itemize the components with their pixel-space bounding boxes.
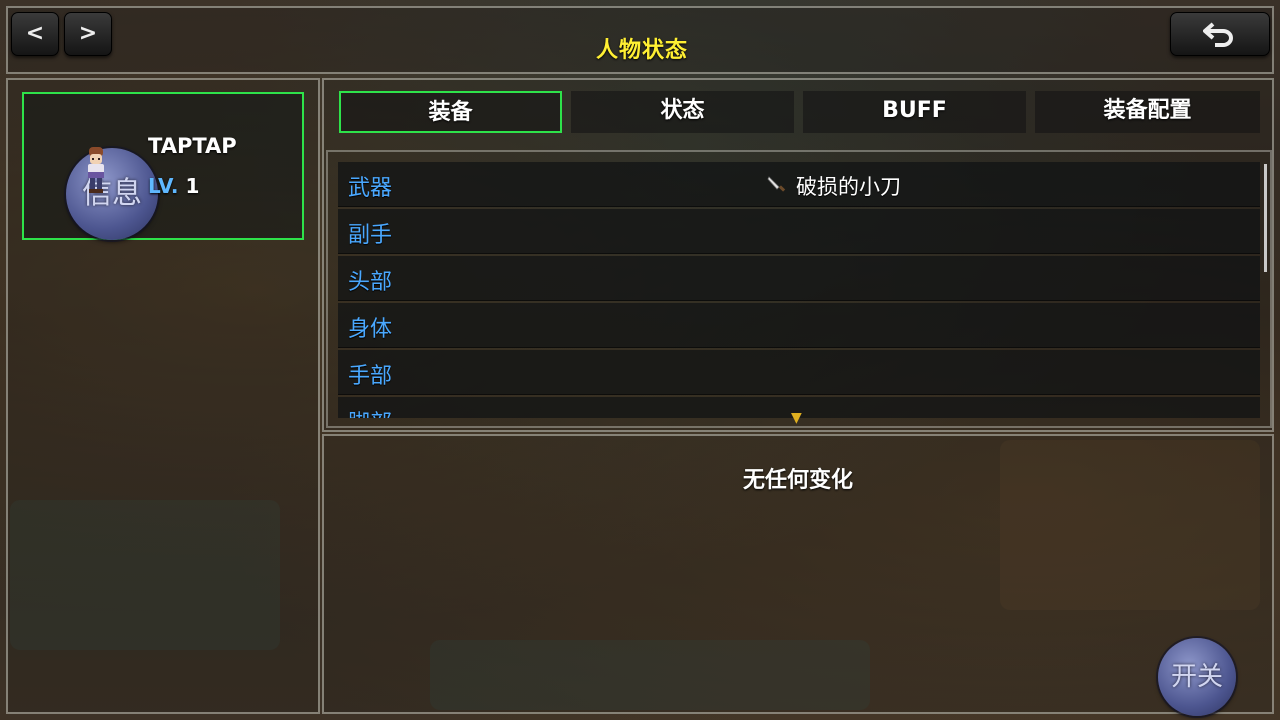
equipment-slot-body[interactable]: 身体 — [338, 303, 1260, 348]
toggle-button-label: 开关 — [1170, 662, 1223, 692]
equipment-slot-offhand[interactable]: 副手 — [338, 209, 1260, 254]
tab-equipment-config-label: 装备配置 — [1103, 98, 1192, 123]
chevron-left-icon: < — [25, 21, 45, 46]
chevron-right-icon: > — [78, 21, 98, 46]
prev-button[interactable]: < — [11, 12, 59, 56]
slot-label: 武器 — [348, 176, 393, 201]
knife-icon — [767, 176, 786, 192]
character-sprite — [88, 147, 104, 193]
slot-label: 身体 — [348, 317, 393, 342]
level-prefix: LV. — [148, 174, 179, 198]
slot-label: 脚部 — [348, 405, 392, 418]
equipment-slot-head[interactable]: 头部 — [338, 256, 1260, 301]
info-button[interactable]: 信息 — [66, 148, 158, 240]
tab-equipment-config[interactable]: 装备配置 — [1035, 91, 1260, 133]
tab-equipment[interactable]: 装备 — [339, 91, 562, 133]
undo-arrow-icon — [1203, 22, 1233, 47]
tab-buff-label: BUFF — [882, 98, 947, 123]
equipment-list[interactable]: 武器 破损的小刀 副手 头部 身体 手部 脚部 — [338, 162, 1260, 418]
list-scrollbar[interactable] — [1264, 164, 1267, 272]
top-bar: 人物状态 — [6, 6, 1274, 74]
level-value: 1 — [185, 174, 200, 198]
character-name: TAPTAP — [148, 134, 237, 158]
next-button[interactable]: > — [64, 12, 112, 56]
page-title: 人物状态 — [595, 38, 688, 63]
back-button[interactable] — [1170, 12, 1270, 56]
slot-label: 头部 — [348, 270, 393, 295]
detail-text: 无任何变化 — [742, 468, 853, 493]
tab-buff[interactable]: BUFF — [803, 91, 1026, 133]
toggle-button[interactable]: 开关 — [1158, 638, 1236, 716]
character-level: LV. 1 — [148, 174, 199, 198]
equipped-item-name: 破损的小刀 — [796, 175, 901, 199]
equipment-slot-hands[interactable]: 手部 — [338, 350, 1260, 395]
tab-status[interactable]: 状态 — [571, 91, 794, 133]
equipment-slot-weapon[interactable]: 武器 破损的小刀 — [338, 162, 1260, 207]
slot-label: 副手 — [348, 223, 393, 248]
tab-equipment-label: 装备 — [428, 100, 473, 125]
slot-label: 手部 — [348, 364, 393, 389]
character-card[interactable] — [22, 92, 304, 240]
tab-status-label: 状态 — [660, 98, 705, 123]
scroll-down-indicator-icon: ▼ — [791, 410, 802, 426]
